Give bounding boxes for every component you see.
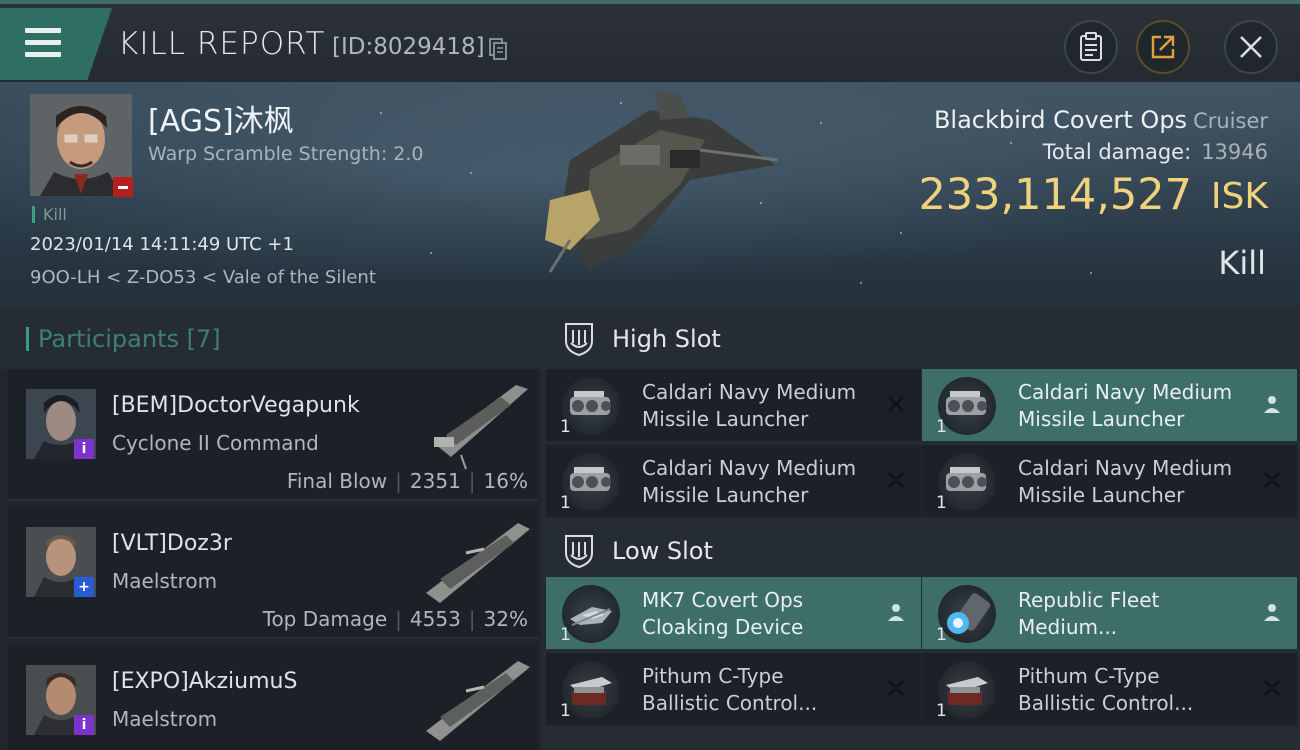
top-bar: KILL REPORT [ID:8029418] xyxy=(0,0,1300,82)
clipboard-button[interactable] xyxy=(1064,20,1118,74)
low-slot-header: Low Slot xyxy=(542,519,1300,581)
kill-location[interactable]: 9OO-LH < Z-DO53 < Vale of the Silent xyxy=(30,267,376,288)
participant-name[interactable]: [EXPO]AkziumuS xyxy=(112,669,297,694)
participant-stats: Top Damage | 4553 | 32% xyxy=(262,607,528,631)
participant-badge: + xyxy=(74,577,94,597)
module-item[interactable]: 1 Pithum C-Type Ballistic Control... xyxy=(546,653,921,725)
share-icon xyxy=(1151,35,1175,59)
hamburger-icon xyxy=(25,28,61,64)
kill-summary: [AGS]沐枫 Warp Scramble Strength: 2.0 Kill… xyxy=(0,82,1300,307)
module-quantity: 1 xyxy=(560,701,571,721)
module-quantity: 1 xyxy=(936,625,947,645)
ship-name: Blackbird Covert Ops xyxy=(933,106,1188,134)
participant-row[interactable]: i [EXPO]AkziumuS Maelstrom xyxy=(8,645,538,750)
copy-icon[interactable] xyxy=(489,38,507,60)
module-name: Pithum C-Type Ballistic Control... xyxy=(1018,664,1194,715)
module-item[interactable]: 1 MK7 Covert Ops Cloaking Device xyxy=(546,577,921,649)
participants-label: Participants [7] xyxy=(38,325,221,353)
close-icon xyxy=(1240,36,1262,58)
high-slot-label: High Slot xyxy=(612,325,721,353)
module-item[interactable]: 1 Caldari Navy Medium Missile Launcher xyxy=(922,369,1297,441)
ship-render xyxy=(545,90,779,273)
participant-role: Final Blow xyxy=(286,469,388,493)
module-name: Republic Fleet Medium... xyxy=(1018,588,1160,639)
participant-name[interactable]: [BEM]DoctorVegapunk xyxy=(112,393,360,418)
participant-ship-icon xyxy=(426,661,530,741)
victim-ship[interactable]: Blackbird Covert Ops Cruiser xyxy=(934,106,1268,134)
participant-row[interactable]: i [BEM]DoctorVegapunk Cyclone II Command… xyxy=(8,369,538,501)
module-item[interactable]: 1 Republic Fleet Medium... xyxy=(922,577,1297,649)
module-quantity: 1 xyxy=(936,493,947,513)
dropped-icon xyxy=(888,604,904,621)
participant-percent: 32% xyxy=(483,607,528,631)
isk-label: ISK xyxy=(1210,176,1268,217)
low-slot-label: Low Slot xyxy=(612,537,713,565)
share-button[interactable] xyxy=(1136,20,1190,74)
victim-name[interactable]: [AGS]沐枫 xyxy=(148,96,294,140)
menu-button[interactable] xyxy=(0,8,112,80)
participant-badge: i xyxy=(74,439,94,459)
kill-tag: Kill xyxy=(32,206,67,223)
clipboard-icon xyxy=(1080,32,1102,61)
page-title: KILL REPORT xyxy=(118,26,326,62)
destroyed-icon xyxy=(888,472,904,488)
module-quantity: 1 xyxy=(560,625,571,645)
module-name: Caldari Navy Medium Missile Launcher xyxy=(642,456,857,507)
module-item[interactable]: 1 Caldari Navy Medium Missile Launcher xyxy=(922,445,1297,517)
module-quantity: 1 xyxy=(560,417,571,437)
destroyed-icon xyxy=(1264,680,1280,696)
close-button[interactable] xyxy=(1224,20,1278,74)
dropped-icon xyxy=(1264,604,1280,621)
module-name: Caldari Navy Medium Missile Launcher xyxy=(1018,456,1233,507)
participant-role: Top Damage xyxy=(262,607,388,631)
module-item[interactable]: 1 Caldari Navy Medium Missile Launcher xyxy=(546,369,921,441)
fitting-panel: High Slot 1 Caldari Navy Medium Missile L… xyxy=(542,307,1300,750)
destroyed-icon xyxy=(888,680,904,696)
next-slot-header xyxy=(542,737,1300,750)
participants-header: Participants [7] xyxy=(0,307,542,369)
low-slot-icon xyxy=(565,535,593,569)
participant-ship: Maelstrom xyxy=(112,707,218,731)
module-name: Caldari Navy Medium Missile Launcher xyxy=(642,380,857,431)
module-name: Caldari Navy Medium Missile Launcher xyxy=(1018,380,1233,431)
participant-ship: Cyclone II Command xyxy=(112,431,319,455)
module-name: MK7 Covert Ops Cloaking Device xyxy=(642,588,804,639)
report-id: [ID:8029418] xyxy=(332,34,485,60)
participant-row[interactable]: + [VLT]Doz3r Maelstrom Top Damage | 4553 | 3… xyxy=(8,507,538,639)
module-name: Pithum C-Type Ballistic Control... xyxy=(642,664,818,715)
kill-timestamp: 2023/01/14 14:11:49 UTC +1 xyxy=(30,234,294,255)
total-damage: Total damage: 13946 xyxy=(1043,140,1268,164)
hostile-badge xyxy=(113,177,133,197)
dropped-icon xyxy=(1264,396,1280,413)
participant-percent: 16% xyxy=(483,469,528,493)
total-damage-label: Total damage: xyxy=(1042,140,1192,164)
destroyed-icon xyxy=(1264,472,1280,488)
module-quantity: 1 xyxy=(560,493,571,513)
participant-damage: 4553 xyxy=(409,607,461,631)
participant-badge: i xyxy=(74,715,94,735)
module-quantity: 1 xyxy=(936,417,947,437)
participant-stats: Final Blow | 2351 | 16% xyxy=(286,469,528,493)
ship-class: Cruiser xyxy=(1193,109,1268,133)
high-slot-header: High Slot xyxy=(542,307,1300,369)
kill-result: Kill xyxy=(1218,244,1266,282)
total-damage-value: 13946 xyxy=(1201,140,1268,164)
isk-value: 233,114,527 xyxy=(918,170,1192,220)
participant-name[interactable]: [VLT]Doz3r xyxy=(112,531,232,556)
participant-ship: Maelstrom xyxy=(112,569,218,593)
module-quantity: 1 xyxy=(936,701,947,721)
high-slot-icon xyxy=(565,323,593,357)
module-item[interactable]: 1 Caldari Navy Medium Missile Launcher xyxy=(546,445,921,517)
participant-damage: 2351 xyxy=(409,469,461,493)
participant-ship-icon xyxy=(426,523,530,603)
warp-scramble-strength: Warp Scramble Strength: 2.0 xyxy=(148,143,424,165)
participants-panel: Participants [7] i [BEM]DoctorVegapunk C… xyxy=(0,307,542,750)
destroyed-icon xyxy=(888,396,904,412)
participant-ship-icon xyxy=(434,385,528,470)
module-item[interactable]: 1 Pithum C-Type Ballistic Control... xyxy=(922,653,1297,725)
